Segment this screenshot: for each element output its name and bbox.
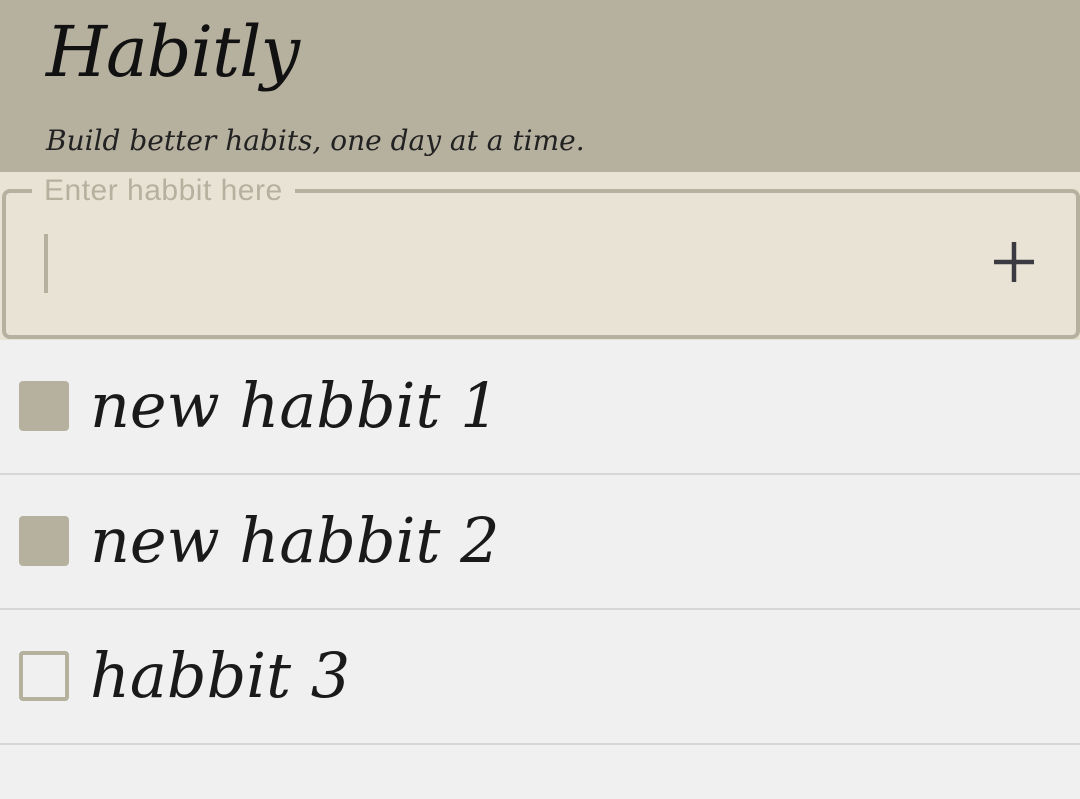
habit-list: new habbit 1 new habbit 2 habbit 3	[0, 340, 1080, 745]
habit-row: habbit 3	[0, 610, 1080, 745]
plus-icon	[994, 242, 1034, 282]
app-title: Habitly	[46, 11, 300, 93]
habit-checkbox[interactable]	[19, 651, 69, 701]
habit-input-label: Enter habbit here	[32, 172, 295, 210]
habit-label: new habbit 2	[90, 504, 500, 577]
text-caret	[44, 234, 48, 293]
habit-checkbox[interactable]	[19, 516, 69, 566]
add-habit-button[interactable]	[986, 234, 1042, 290]
app-header: Habitly Build better habits, one day at …	[0, 0, 1080, 172]
habit-checkbox[interactable]	[19, 381, 69, 431]
habit-row: new habbit 2	[0, 475, 1080, 610]
habit-input-field[interactable]	[56, 232, 940, 294]
app-tagline: Build better habits, one day at a time.	[46, 124, 585, 157]
habit-row: new habbit 1	[0, 340, 1080, 475]
habit-label: new habbit 1	[90, 369, 500, 442]
habit-label: habbit 3	[90, 639, 351, 712]
habit-input-area: Enter habbit here	[0, 172, 1080, 340]
